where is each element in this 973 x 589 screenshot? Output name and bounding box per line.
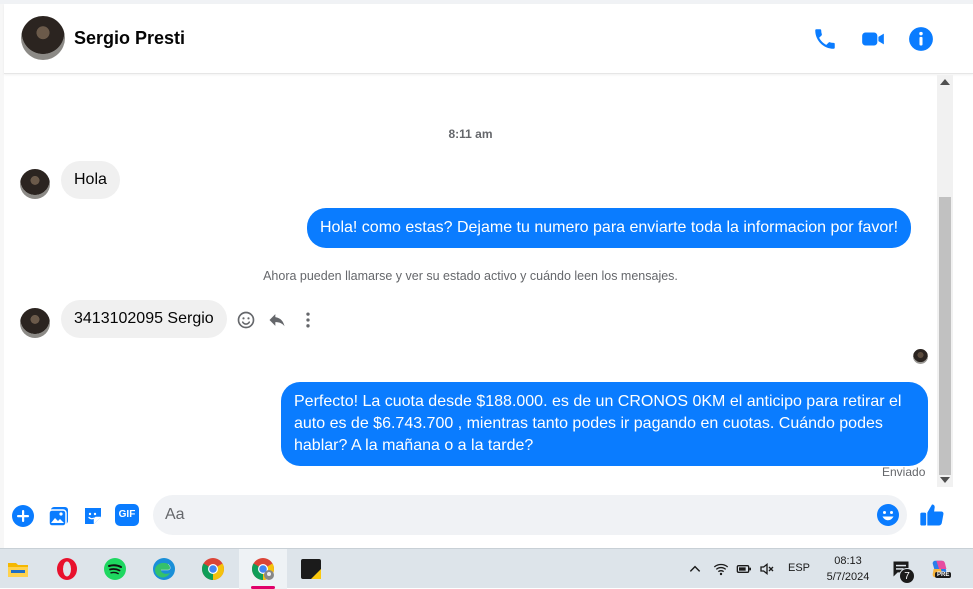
message-composer: GIF (4, 487, 973, 548)
outgoing-message[interactable]: Hola! como estas? Dejame tu numero para … (307, 208, 912, 248)
windows-taskbar: ESP 08:13 5/7/2024 7 PRE (0, 548, 973, 589)
battery-icon[interactable] (735, 561, 753, 577)
chrome-icon[interactable] (201, 557, 225, 581)
info-icon[interactable] (908, 26, 934, 52)
contact-name[interactable]: Sergio Presti (74, 28, 185, 49)
opera-icon[interactable] (55, 557, 79, 581)
chat-header: Sergio Presti (4, 4, 973, 74)
volume-muted-icon[interactable] (759, 561, 775, 577)
scroll-up-arrow[interactable] (940, 79, 950, 85)
system-notice: Ahora pueden llamarse y ver su estado ac… (263, 269, 678, 283)
like-icon[interactable] (918, 501, 946, 529)
gif-icon[interactable]: GIF (115, 504, 139, 526)
message-input-wrapper[interactable] (153, 495, 907, 535)
image-icon[interactable] (47, 504, 71, 528)
incoming-message[interactable]: Hola (61, 161, 120, 199)
chrome-profile-icon[interactable] (251, 557, 275, 581)
plus-icon[interactable] (11, 504, 35, 528)
video-camera-icon[interactable] (860, 26, 886, 52)
messenger-window: Sergio Presti 8:11 am Hola Hola! como es… (0, 0, 973, 548)
sender-avatar[interactable] (20, 308, 50, 338)
message-timestamp: 8:11 am (448, 127, 493, 141)
contact-avatar[interactable] (21, 16, 65, 60)
message-list: 8:11 am Hola Hola! como estas? Dejame tu… (4, 75, 937, 485)
emoji-icon[interactable] (876, 503, 900, 527)
clock-date: 5/7/2024 (826, 571, 870, 583)
phone-icon[interactable] (812, 26, 838, 52)
sender-avatar[interactable] (20, 169, 50, 199)
react-icon[interactable] (236, 310, 256, 330)
chevron-up-icon[interactable] (688, 562, 702, 576)
incoming-message[interactable]: 3413102095 Sergio (61, 300, 227, 338)
spotify-icon[interactable] (103, 557, 127, 581)
sticker-icon[interactable] (81, 504, 105, 528)
sent-status: Enviado (882, 465, 926, 479)
reply-icon[interactable] (267, 310, 287, 330)
chat-scrollbar[interactable] (937, 75, 953, 487)
scroll-down-arrow[interactable] (940, 477, 950, 483)
sticky-app-icon[interactable] (299, 557, 323, 581)
system-clock[interactable]: 08:13 5/7/2024 (816, 553, 880, 585)
notification-count-badge: 7 (899, 568, 915, 584)
preview-badge: PRE (935, 572, 952, 578)
language-indicator[interactable]: ESP (788, 562, 810, 574)
wifi-icon[interactable] (712, 561, 730, 577)
outgoing-message[interactable]: Perfecto! La cuota desde $188.000. es de… (281, 382, 928, 466)
scroll-thumb[interactable] (939, 197, 951, 475)
file-explorer-icon[interactable] (6, 557, 30, 581)
more-icon[interactable] (298, 310, 318, 330)
clock-time: 08:13 (834, 555, 862, 567)
message-input[interactable] (165, 495, 855, 535)
seen-avatar (913, 349, 928, 364)
edge-icon[interactable] (152, 557, 176, 581)
